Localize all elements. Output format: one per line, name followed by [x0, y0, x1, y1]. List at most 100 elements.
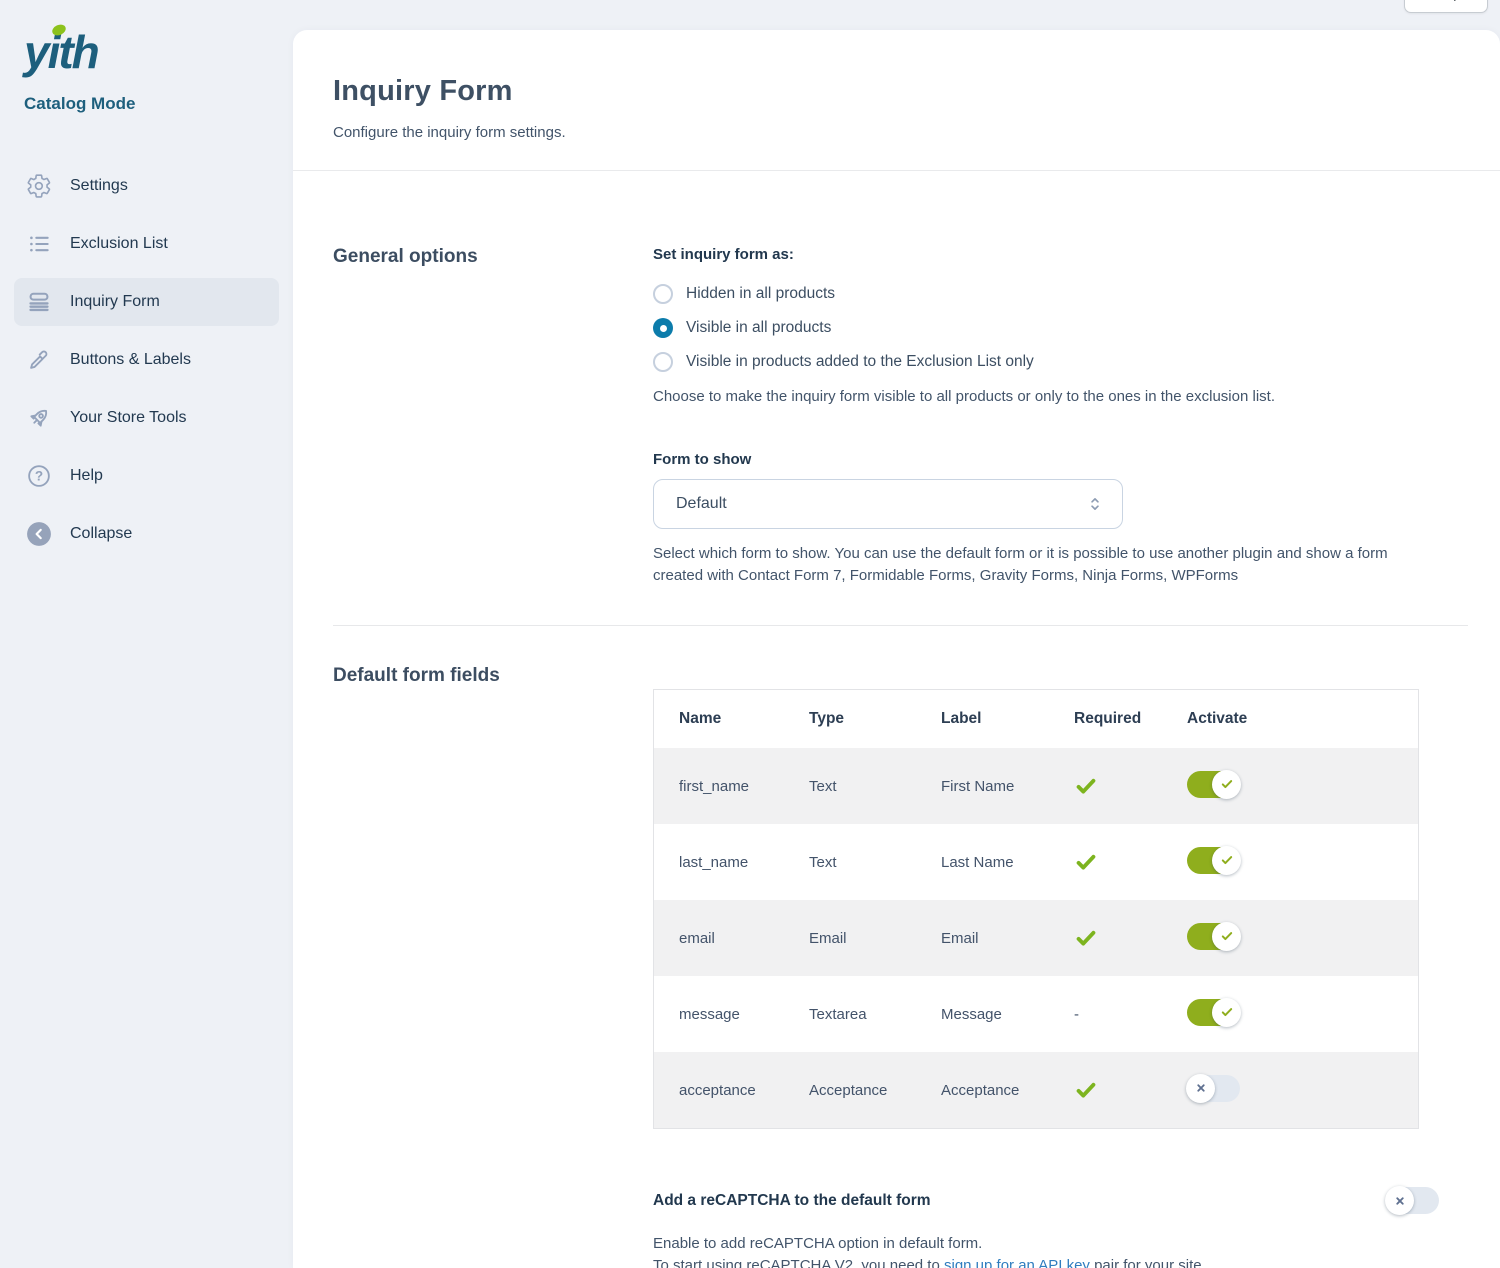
list-icon — [26, 231, 52, 257]
field-type-cell: Text — [784, 778, 916, 795]
sidebar-item-label: Help — [70, 467, 103, 485]
recaptcha-setting: Add a reCAPTCHA to the default form Enab… — [653, 1187, 1439, 1268]
field-type-cell: Acceptance — [784, 1082, 916, 1099]
field-name-cell: last_name — [654, 854, 784, 871]
field-activate-cell — [1162, 999, 1418, 1030]
column-header-type: Type — [784, 710, 916, 728]
field-label-cell: First Name — [916, 778, 1049, 795]
toggle-knob — [1186, 1074, 1215, 1103]
sidebar-item-exclusion-list[interactable]: Exclusion List — [14, 220, 279, 268]
field-activate-cell — [1162, 923, 1418, 954]
sidebar-item-inquiry-form[interactable]: Inquiry Form — [14, 278, 279, 326]
gear-icon — [26, 173, 52, 199]
sidebar-item-buttons-labels[interactable]: Buttons & Labels — [14, 336, 279, 384]
check-icon — [1074, 1078, 1162, 1102]
field-name-cell: email — [654, 930, 784, 947]
field-required-cell: - — [1049, 1078, 1162, 1102]
radio-option-visible-exclusion-list[interactable]: Visible in products added to the Exclusi… — [653, 345, 1468, 379]
eyedropper-icon — [26, 347, 52, 373]
help-button-label: Help — [1431, 0, 1462, 2]
check-icon — [1074, 850, 1162, 874]
radio-icon — [653, 284, 673, 304]
table-row: email Email Email - — [654, 900, 1418, 976]
recaptcha-row: Add a reCAPTCHA to the default form — [653, 1187, 1439, 1214]
form-to-show-description: Select which form to show. You can use t… — [653, 543, 1418, 587]
section-default-form-fields: Default form fields Name Type Label Requ… — [333, 665, 1468, 1268]
page-title: Inquiry Form — [333, 75, 1460, 108]
field-type-cell: Textarea — [784, 1006, 916, 1023]
check-icon — [1220, 777, 1234, 791]
chevron-up-down-icon — [1084, 493, 1106, 515]
default-form-fields-heading: Default form fields — [333, 665, 653, 1268]
toggle-knob — [1212, 770, 1241, 799]
field-type-cell: Text — [784, 854, 916, 871]
radio-option-visible-all-products[interactable]: Visible in all products — [653, 311, 1468, 345]
table-row: acceptance Acceptance Acceptance - — [654, 1052, 1418, 1128]
check-icon — [1220, 853, 1234, 867]
activate-toggle[interactable] — [1187, 771, 1240, 798]
field-label-cell: Email — [916, 930, 1049, 947]
radio-option-hidden-all-products[interactable]: Hidden in all products — [653, 277, 1468, 311]
field-name-cell: first_name — [654, 778, 784, 795]
sidebar-item-label: Settings — [70, 177, 128, 195]
check-icon — [1220, 929, 1234, 943]
sidebar-item-settings[interactable]: Settings — [14, 162, 279, 210]
general-options-fields: Set inquiry form as: Hidden in all produ… — [653, 246, 1468, 587]
page-subtitle: Configure the inquiry form settings. — [333, 124, 1460, 141]
collapse-arrow-icon — [26, 521, 52, 547]
column-header-activate: Activate — [1162, 710, 1418, 728]
field-label-cell: Message — [916, 1006, 1049, 1023]
check-icon — [1074, 774, 1162, 798]
radio-icon — [653, 352, 673, 372]
table-row: message Textarea Message - — [654, 976, 1418, 1052]
question-circle-icon: ? — [26, 463, 52, 489]
field-label-cell: Acceptance — [916, 1082, 1049, 1099]
recaptcha-label: Add a reCAPTCHA to the default form — [653, 1192, 931, 1210]
api-key-signup-link[interactable]: sign up for an API key — [944, 1257, 1090, 1268]
form-fields-table: Name Type Label Required Activate first_… — [653, 689, 1419, 1129]
inquiry-form-visibility-radio-group: Hidden in all products Visible in all pr… — [653, 277, 1468, 379]
main-panel: Inquiry Form Configure the inquiry form … — [293, 30, 1500, 1268]
table-row: first_name Text First Name - — [654, 748, 1418, 824]
field-name-cell: message — [654, 1006, 784, 1023]
field-activate-cell — [1162, 1075, 1418, 1106]
form-lines-icon — [26, 289, 52, 315]
sidebar-item-label: Inquiry Form — [70, 293, 160, 311]
check-icon — [1074, 926, 1162, 950]
not-required-dash: - — [1074, 1006, 1079, 1023]
field-name-cell: acceptance — [654, 1082, 784, 1099]
visibility-description: Choose to make the inquiry form visible … — [653, 386, 1468, 408]
recaptcha-description-line2: To start using reCAPTCHA V2, you need to… — [653, 1255, 1439, 1268]
radio-icon — [653, 318, 673, 338]
general-options-heading: General options — [333, 246, 653, 587]
recaptcha-toggle[interactable] — [1386, 1187, 1439, 1214]
section-general-options: General options Set inquiry form as: Hid… — [333, 246, 1468, 587]
sidebar-item-label: Collapse — [70, 525, 132, 543]
help-button[interactable]: Help — [1404, 0, 1488, 13]
default-form-fields-content: Name Type Label Required Activate first_… — [653, 665, 1468, 1268]
sidebar-item-label: Exclusion List — [70, 235, 168, 253]
field-type-cell: Email — [784, 930, 916, 947]
sidebar-item-help[interactable]: ? Help — [14, 452, 279, 500]
x-icon — [1194, 1081, 1208, 1095]
activate-toggle[interactable] — [1187, 923, 1240, 950]
sidebar-item-collapse[interactable]: Collapse — [14, 510, 279, 558]
field-required-cell: - — [1049, 850, 1162, 874]
yith-logo: yith — [24, 22, 134, 86]
inquiry-form-visibility-label: Set inquiry form as: — [653, 246, 1468, 263]
column-header-label: Label — [916, 710, 1049, 728]
activate-toggle[interactable] — [1187, 1075, 1240, 1102]
sidebar-menu: Settings Exclusion List Inquiry Form — [0, 162, 293, 558]
svg-text:?: ? — [35, 469, 43, 484]
table-header-row: Name Type Label Required Activate — [654, 690, 1418, 748]
sidebar-item-your-store-tools[interactable]: Your Store Tools — [14, 394, 279, 442]
form-to-show-select[interactable]: Default — [653, 479, 1123, 529]
form-fields-table-body: first_name Text First Name - last_name T… — [654, 748, 1418, 1128]
activate-toggle[interactable] — [1187, 847, 1240, 874]
column-header-name: Name — [654, 710, 784, 728]
table-row: last_name Text Last Name - — [654, 824, 1418, 900]
toggle-knob — [1212, 846, 1241, 875]
rocket-icon — [26, 405, 52, 431]
activate-toggle[interactable] — [1187, 999, 1240, 1026]
toggle-knob — [1212, 998, 1241, 1027]
